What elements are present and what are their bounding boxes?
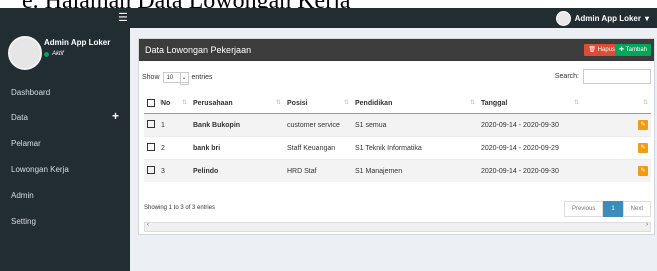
next-button[interactable]: Next	[622, 201, 651, 217]
show-label: Show	[142, 74, 160, 81]
sidebar-item-label: Admin	[11, 191, 34, 200]
plus-icon: +	[111, 109, 119, 123]
entries-select[interactable]: 10 ⌄	[162, 72, 189, 85]
table-info: Showing 1 to 3 of 3 entries	[144, 205, 216, 211]
search-input[interactable]	[583, 69, 651, 84]
cell-posisi: Staff Keuangan	[284, 136, 352, 160]
chevron-down-icon: ⌄	[179, 72, 189, 85]
cell-tanggal: 2020-09-14 - 2020-09-29	[478, 136, 582, 160]
previous-button[interactable]: Previous	[563, 201, 604, 217]
avatar	[555, 11, 571, 26]
sidebar-item-label: Setting	[11, 217, 36, 226]
panel-header: Data Lowongan Pekerjaan 🗑 Hapus ✚ Tambah	[139, 39, 654, 61]
row-select-cell	[144, 159, 158, 182]
sidebar-item-label: Dashboard	[11, 88, 51, 97]
sidebar-user-name: Admin App Loker	[44, 38, 111, 47]
action-cell: ✎	[582, 113, 651, 137]
sidebar-item-label: Data	[11, 113, 28, 122]
status-text: Aktif	[52, 51, 64, 57]
lowongan-table: ⇅ No ⇅ Perusahaan ⇅ Posisi ⇅ Pendidikan ⇅ Ta…	[144, 94, 651, 182]
user-name: Admin App Loker	[574, 14, 641, 23]
search-control: Search:	[555, 69, 651, 84]
row-checkbox[interactable]	[147, 143, 155, 151]
top-navbar: ☰ Admin App Loker ▾	[0, 8, 657, 28]
delete-button[interactable]: 🗑 Hapus	[584, 44, 619, 56]
cell-no: 1	[158, 113, 190, 137]
avatar	[8, 36, 42, 70]
online-dot-icon	[44, 51, 49, 57]
sidebar-item-label: Pelamar	[11, 139, 41, 148]
status-badge: Aktif	[44, 51, 64, 57]
cell-perusahaan: bank bri	[190, 136, 284, 160]
table-row: 1 Bank Bukopin customer service S1 semua…	[144, 113, 651, 137]
sort-icon: ⇅	[642, 100, 648, 106]
select-all-checkbox[interactable]	[147, 98, 155, 107]
scroll-left-icon[interactable]: ‹	[147, 222, 149, 228]
table-row: 2 bank bri Staff Keuangan S1 Teknik Info…	[144, 136, 651, 160]
entries-label: entries	[191, 74, 213, 81]
cell-tanggal: 2020-09-14 - 2020-09-30	[478, 159, 582, 182]
edit-icon[interactable]: ✎	[638, 120, 648, 130]
entries-length-control: Show 10 ⌄ entries	[142, 72, 213, 85]
page-button[interactable]: 1	[603, 201, 623, 217]
data-panel: Data Lowongan Pekerjaan 🗑 Hapus ✚ Tambah…	[138, 38, 655, 235]
sidebar-user-panel: Admin App Loker Aktif	[0, 28, 130, 73]
cell-no: 3	[158, 159, 190, 182]
user-menu[interactable]: Admin App Loker ▾	[555, 11, 649, 26]
edit-icon[interactable]: ✎	[638, 166, 648, 176]
cell-no: 2	[158, 136, 190, 160]
action-cell: ✎	[582, 159, 651, 182]
column-header-no[interactable]: No ⇅	[158, 94, 190, 114]
cell-pendidikan: S1 Teknik Informatika	[352, 136, 478, 160]
cell-perusahaan: Pelindo	[190, 159, 284, 182]
add-button[interactable]: ✚ Tambah	[615, 44, 651, 56]
row-checkbox[interactable]	[147, 120, 155, 128]
search-label: Search:	[554, 73, 579, 80]
cell-tanggal: 2020-09-14 - 2020-09-30	[478, 113, 582, 137]
edit-icon[interactable]: ✎	[638, 143, 648, 153]
cell-pendidikan: S1 Manajemen	[352, 159, 478, 182]
sort-icon: ⇅	[181, 100, 187, 106]
cell-posisi: customer service	[284, 113, 352, 137]
sidebar: Admin App Loker Aktif Dashboard Data + P…	[0, 28, 130, 271]
row-select-cell	[144, 136, 158, 160]
column-header-perusahaan[interactable]: Perusahaan ⇅	[190, 94, 284, 114]
sort-icon: ⇅	[343, 100, 349, 106]
menu-toggle-icon[interactable]: ☰	[118, 11, 128, 24]
cell-pendidikan: S1 semua	[352, 113, 478, 137]
caret-down-icon: ▾	[644, 14, 649, 23]
sidebar-item-label: Lowongan Kerja	[11, 165, 69, 174]
column-header-aksi[interactable]: ⇅	[582, 94, 651, 114]
main-content: Data Lowongan Pekerjaan 🗑 Hapus ✚ Tambah…	[130, 28, 657, 271]
column-header-posisi[interactable]: Posisi ⇅	[284, 94, 352, 114]
cell-perusahaan: Bank Bukopin	[190, 113, 284, 137]
page-title: Data Lowongan Pekerjaan	[145, 45, 252, 55]
horizontal-scrollbar[interactable]: ‹ ›	[144, 222, 651, 232]
pagination: Previous 1 Next	[563, 201, 651, 217]
row-select-cell	[144, 113, 158, 137]
select-all-header: ⇅	[144, 94, 164, 114]
sort-icon: ⇅	[573, 100, 579, 106]
sort-icon: ⇅	[469, 100, 475, 106]
column-header-tanggal[interactable]: Tanggal ⇅	[478, 94, 582, 114]
scroll-right-icon[interactable]: ›	[646, 222, 648, 228]
table-row: 3 Pelindo HRD Staf S1 Manajemen 2020-09-…	[144, 159, 651, 182]
sort-icon: ⇅	[275, 100, 281, 106]
action-cell: ✎	[582, 136, 651, 160]
row-checkbox[interactable]	[147, 166, 155, 174]
column-header-pendidikan[interactable]: Pendidikan ⇅	[352, 94, 478, 114]
cell-posisi: HRD Staf	[284, 159, 352, 182]
